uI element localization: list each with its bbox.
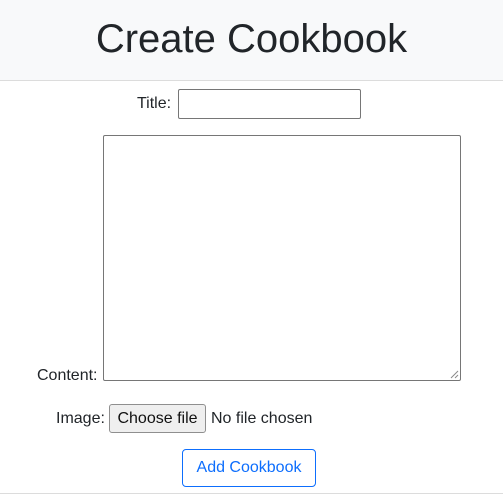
page-header: Create Cookbook bbox=[0, 0, 503, 81]
content-label: Content: bbox=[37, 367, 98, 384]
image-label: Image: bbox=[56, 410, 105, 427]
add-cookbook-button[interactable]: Add Cookbook bbox=[182, 449, 316, 487]
content-textarea[interactable] bbox=[103, 135, 461, 381]
page-title: Create Cookbook bbox=[95, 17, 408, 61]
title-input[interactable] bbox=[178, 89, 361, 119]
bottom-divider bbox=[0, 493, 503, 494]
title-label: Title: bbox=[137, 95, 172, 112]
choose-file-button[interactable]: Choose file bbox=[109, 404, 206, 433]
resize-handle-icon[interactable] bbox=[449, 369, 459, 379]
file-status-text: No file chosen bbox=[211, 410, 313, 427]
